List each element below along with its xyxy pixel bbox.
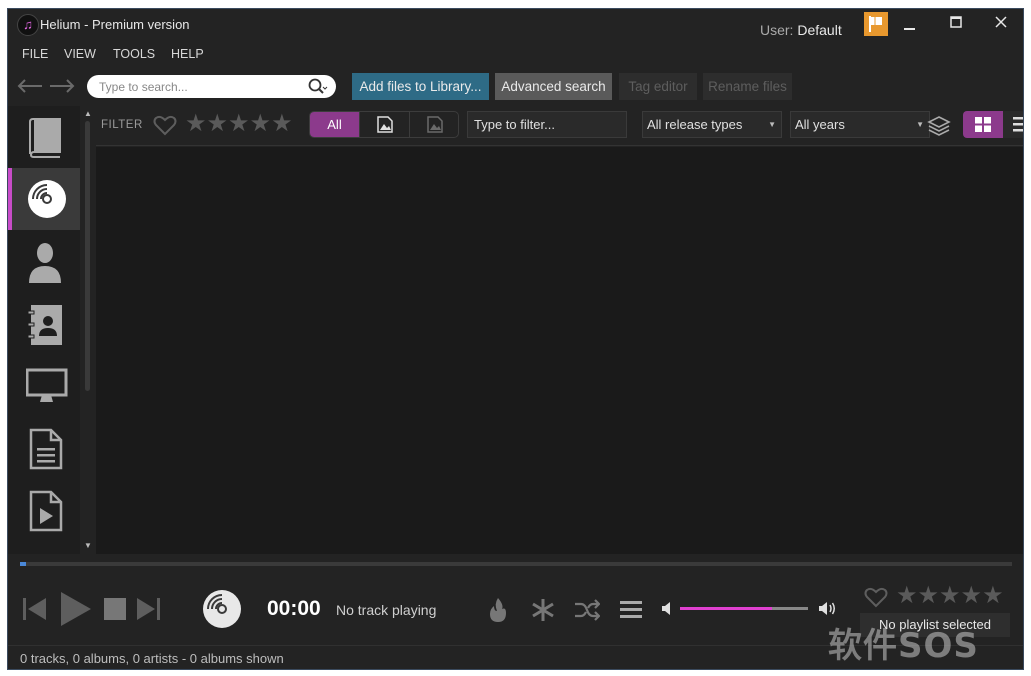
tag-editor-button[interactable]: Tag editor	[619, 73, 697, 100]
track-rating-stars[interactable]: ★★★★★	[896, 584, 1004, 608]
media-type-segment: All	[309, 111, 459, 138]
sidebar-scrollbar[interactable]: ▲ ▼	[84, 109, 92, 554]
person-icon	[29, 243, 61, 283]
sidebar-item-artists[interactable]	[8, 230, 80, 292]
user-indicator[interactable]: User: Default	[760, 22, 842, 38]
stop-icon[interactable]	[104, 598, 126, 620]
sidebar-item-contacts[interactable]	[8, 292, 80, 354]
grid-view-button[interactable]	[963, 111, 1003, 138]
user-label: User:	[760, 22, 794, 38]
back-arrow-icon[interactable]	[17, 79, 43, 93]
forward-arrow-icon[interactable]	[49, 79, 75, 93]
book-icon	[29, 118, 61, 158]
filter-text-input[interactable]	[467, 111, 627, 138]
sidebar-item-devices[interactable]	[8, 354, 80, 416]
filter-bar: FILTER ★★★★★ All All release types	[96, 106, 1023, 146]
now-playing-disc-icon[interactable]	[202, 589, 242, 629]
segment-all-button[interactable]: All	[310, 112, 359, 137]
release-types-value: All release types	[647, 117, 743, 132]
heart-icon[interactable]	[864, 587, 888, 608]
volume-low-icon[interactable]	[662, 602, 674, 615]
flag-button[interactable]	[864, 12, 888, 36]
sidebar-item-videos[interactable]	[8, 478, 80, 540]
close-icon	[995, 16, 1007, 28]
segment-without-cover-button[interactable]	[409, 112, 458, 137]
grid-icon	[975, 117, 991, 132]
sidebar-item-playlists[interactable]	[8, 416, 80, 478]
vinyl-disc-icon	[28, 180, 66, 218]
add-files-button[interactable]: Add files to Library...	[352, 73, 489, 100]
sidebar	[8, 106, 80, 554]
minimize-button[interactable]	[895, 15, 925, 35]
list-icon	[1013, 117, 1023, 132]
chevron-down-icon: ▼	[916, 120, 924, 129]
layers-icon[interactable]	[927, 114, 951, 138]
sidebar-item-albums[interactable]	[8, 168, 80, 230]
heart-icon[interactable]	[153, 115, 177, 136]
minimize-icon	[904, 28, 915, 30]
playback-time: 00:00	[267, 597, 321, 620]
document-icon	[29, 428, 63, 470]
flag-icon	[869, 16, 882, 32]
fire-icon[interactable]	[487, 597, 509, 623]
menu-tools[interactable]: TOOLS	[113, 47, 155, 61]
app-window: ♫ Helium - Premium version User: Default…	[7, 8, 1024, 670]
previous-track-icon[interactable]	[23, 598, 47, 620]
chevron-down-icon: ▼	[768, 120, 776, 129]
asterisk-icon[interactable]	[531, 598, 555, 622]
seek-position[interactable]	[20, 562, 26, 566]
years-value: All years	[795, 117, 845, 132]
view-mode-toggle	[963, 111, 1023, 138]
user-name: Default	[797, 22, 842, 38]
video-file-icon	[29, 490, 63, 532]
scroll-down-arrow-icon[interactable]: ▼	[84, 541, 92, 550]
track-status: No track playing	[336, 602, 437, 618]
menu-help[interactable]: HELP	[171, 47, 204, 61]
play-icon[interactable]	[61, 592, 91, 626]
close-button[interactable]	[986, 15, 1016, 35]
volume-slider[interactable]	[680, 607, 808, 610]
album-grid-area[interactable]	[96, 147, 1023, 554]
maximize-button[interactable]	[941, 15, 971, 35]
list-view-button[interactable]	[1003, 111, 1023, 138]
image-file-missing-icon	[427, 116, 443, 133]
scrollbar-thumb[interactable]	[85, 121, 90, 391]
filter-label: FILTER	[101, 119, 143, 131]
volume-level	[680, 607, 773, 610]
image-file-icon	[377, 116, 393, 133]
search-input[interactable]	[99, 78, 299, 95]
shuffle-icon[interactable]	[574, 599, 600, 621]
window-title: Helium - Premium version	[40, 17, 190, 32]
address-book-icon	[27, 305, 62, 345]
title-bar: ♫ Helium - Premium version User: Default	[8, 9, 1023, 42]
sidebar-item-library[interactable]	[8, 106, 80, 168]
scroll-up-arrow-icon[interactable]: ▲	[84, 109, 92, 118]
queue-menu-icon[interactable]	[620, 601, 642, 619]
menu-file[interactable]: FILE	[22, 47, 48, 61]
watermark-text: 软件SOS	[828, 626, 979, 666]
helium-app-icon: ♫	[17, 14, 39, 36]
advanced-search-button[interactable]: Advanced search	[495, 73, 612, 100]
next-track-icon[interactable]	[137, 598, 161, 620]
release-types-dropdown[interactable]: All release types ▼	[642, 111, 782, 138]
library-stats: 0 tracks, 0 albums, 0 artists - 0 albums…	[20, 651, 284, 666]
segment-with-cover-button[interactable]	[359, 112, 409, 137]
rating-filter-stars[interactable]: ★★★★★	[185, 112, 293, 136]
search-box	[87, 75, 336, 98]
volume-high-icon[interactable]	[819, 601, 837, 616]
rename-files-button[interactable]: Rename files	[703, 73, 792, 100]
search-icon[interactable]	[308, 78, 328, 95]
menu-view[interactable]: VIEW	[64, 47, 96, 61]
monitor-icon	[26, 368, 68, 402]
seek-bar[interactable]	[20, 562, 1012, 566]
maximize-icon	[950, 16, 962, 28]
years-dropdown[interactable]: All years ▼	[790, 111, 930, 138]
